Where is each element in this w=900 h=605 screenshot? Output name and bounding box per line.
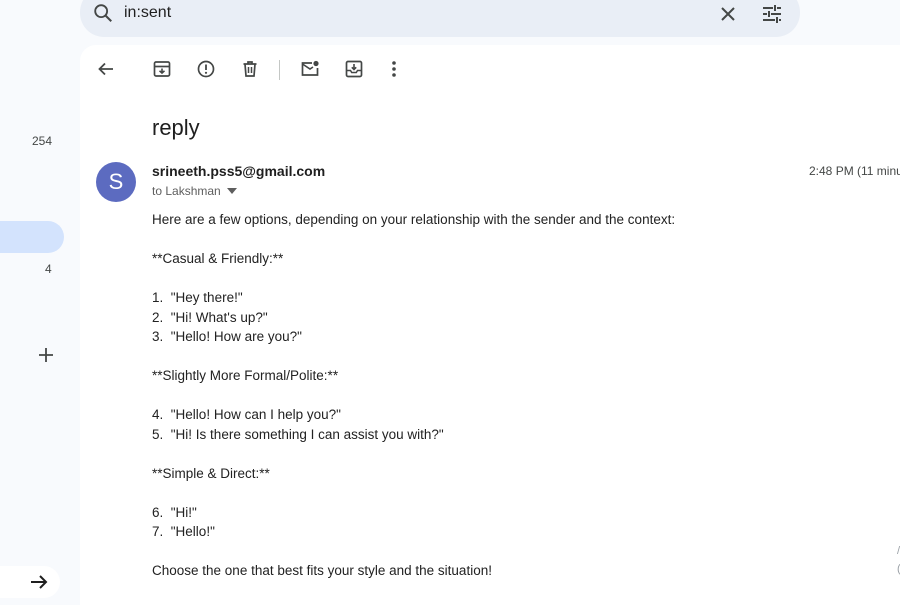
arrow-right-icon bbox=[31, 575, 48, 589]
delete-icon bbox=[243, 61, 257, 77]
body-line: **Simple & Direct:** bbox=[152, 465, 270, 481]
caret-down-icon bbox=[226, 188, 237, 194]
plus-icon bbox=[39, 348, 53, 362]
email-timestamp: 2:48 PM (11 minut bbox=[809, 164, 900, 178]
body-line: 7. "Hello!" bbox=[152, 524, 215, 539]
delete-button[interactable] bbox=[238, 57, 262, 81]
mark-unread-icon bbox=[301, 60, 319, 76]
body-blank-line bbox=[152, 230, 792, 250]
body-line: 4. "Hello! How can I help you?" bbox=[152, 407, 341, 422]
body-line: 6. "Hi!" bbox=[152, 504, 197, 520]
email-subject: reply bbox=[152, 115, 200, 140]
back-button[interactable] bbox=[94, 57, 118, 81]
body-blank-line bbox=[152, 347, 792, 367]
mark-unread-button[interactable] bbox=[298, 57, 322, 81]
body-blank-line bbox=[152, 386, 792, 406]
message-panel: reply S srineeth.pss5@gmail.com to Laksh… bbox=[80, 45, 900, 605]
report-spam-icon bbox=[197, 60, 215, 78]
search-options-icon[interactable] bbox=[760, 2, 784, 26]
search-bar bbox=[80, 0, 800, 37]
archive-icon bbox=[153, 61, 171, 77]
body-line: Choose the one that best fits your style… bbox=[152, 563, 492, 578]
sender-email[interactable]: srineeth.pss5@gmail.com bbox=[152, 163, 325, 179]
move-to-icon bbox=[345, 60, 363, 78]
body-blank-line bbox=[152, 269, 792, 289]
body-line: 1. "Hey there!" bbox=[152, 290, 243, 305]
new-label-button[interactable] bbox=[34, 343, 58, 367]
avatar-letter: S bbox=[108, 169, 124, 194]
expand-rail-button[interactable] bbox=[0, 566, 60, 598]
inbox-count: 254 bbox=[32, 134, 53, 148]
body-line: 5. "Hi! Is there something I can assist … bbox=[152, 426, 444, 442]
more-options-icon bbox=[392, 61, 396, 77]
label-count: 4 bbox=[45, 262, 52, 276]
archive-button[interactable] bbox=[150, 57, 174, 81]
body-line: **Slightly More Formal/Polite:** bbox=[152, 368, 339, 383]
body-line: 2. "Hi! What's up?" bbox=[152, 309, 268, 325]
body-blank-line bbox=[152, 444, 792, 464]
body-blank-line bbox=[152, 542, 792, 562]
search-input[interactable] bbox=[124, 4, 664, 22]
body-blank-line bbox=[152, 483, 792, 503]
recipient-line: to Lakshman bbox=[152, 184, 221, 198]
back-icon bbox=[98, 62, 113, 76]
move-to-button[interactable] bbox=[342, 57, 366, 81]
body-line: **Casual & Friendly:** bbox=[152, 251, 284, 266]
body-line: 3. "Hello! How are you?" bbox=[152, 329, 302, 344]
recipient-details[interactable]: to Lakshman bbox=[152, 184, 237, 198]
email-body: Here are a few options, depending on you… bbox=[152, 210, 792, 581]
search-icon[interactable] bbox=[92, 2, 114, 24]
toolbar-divider bbox=[279, 60, 280, 80]
left-rail: 254 4 bbox=[0, 0, 80, 598]
report-spam-button[interactable] bbox=[194, 57, 218, 81]
rail-active-item[interactable] bbox=[0, 221, 64, 253]
sender-avatar[interactable]: S bbox=[96, 162, 136, 202]
body-line: Here are a few options, depending on you… bbox=[152, 212, 676, 227]
more-options-button[interactable] bbox=[382, 57, 406, 81]
clear-search-icon[interactable] bbox=[716, 2, 740, 26]
